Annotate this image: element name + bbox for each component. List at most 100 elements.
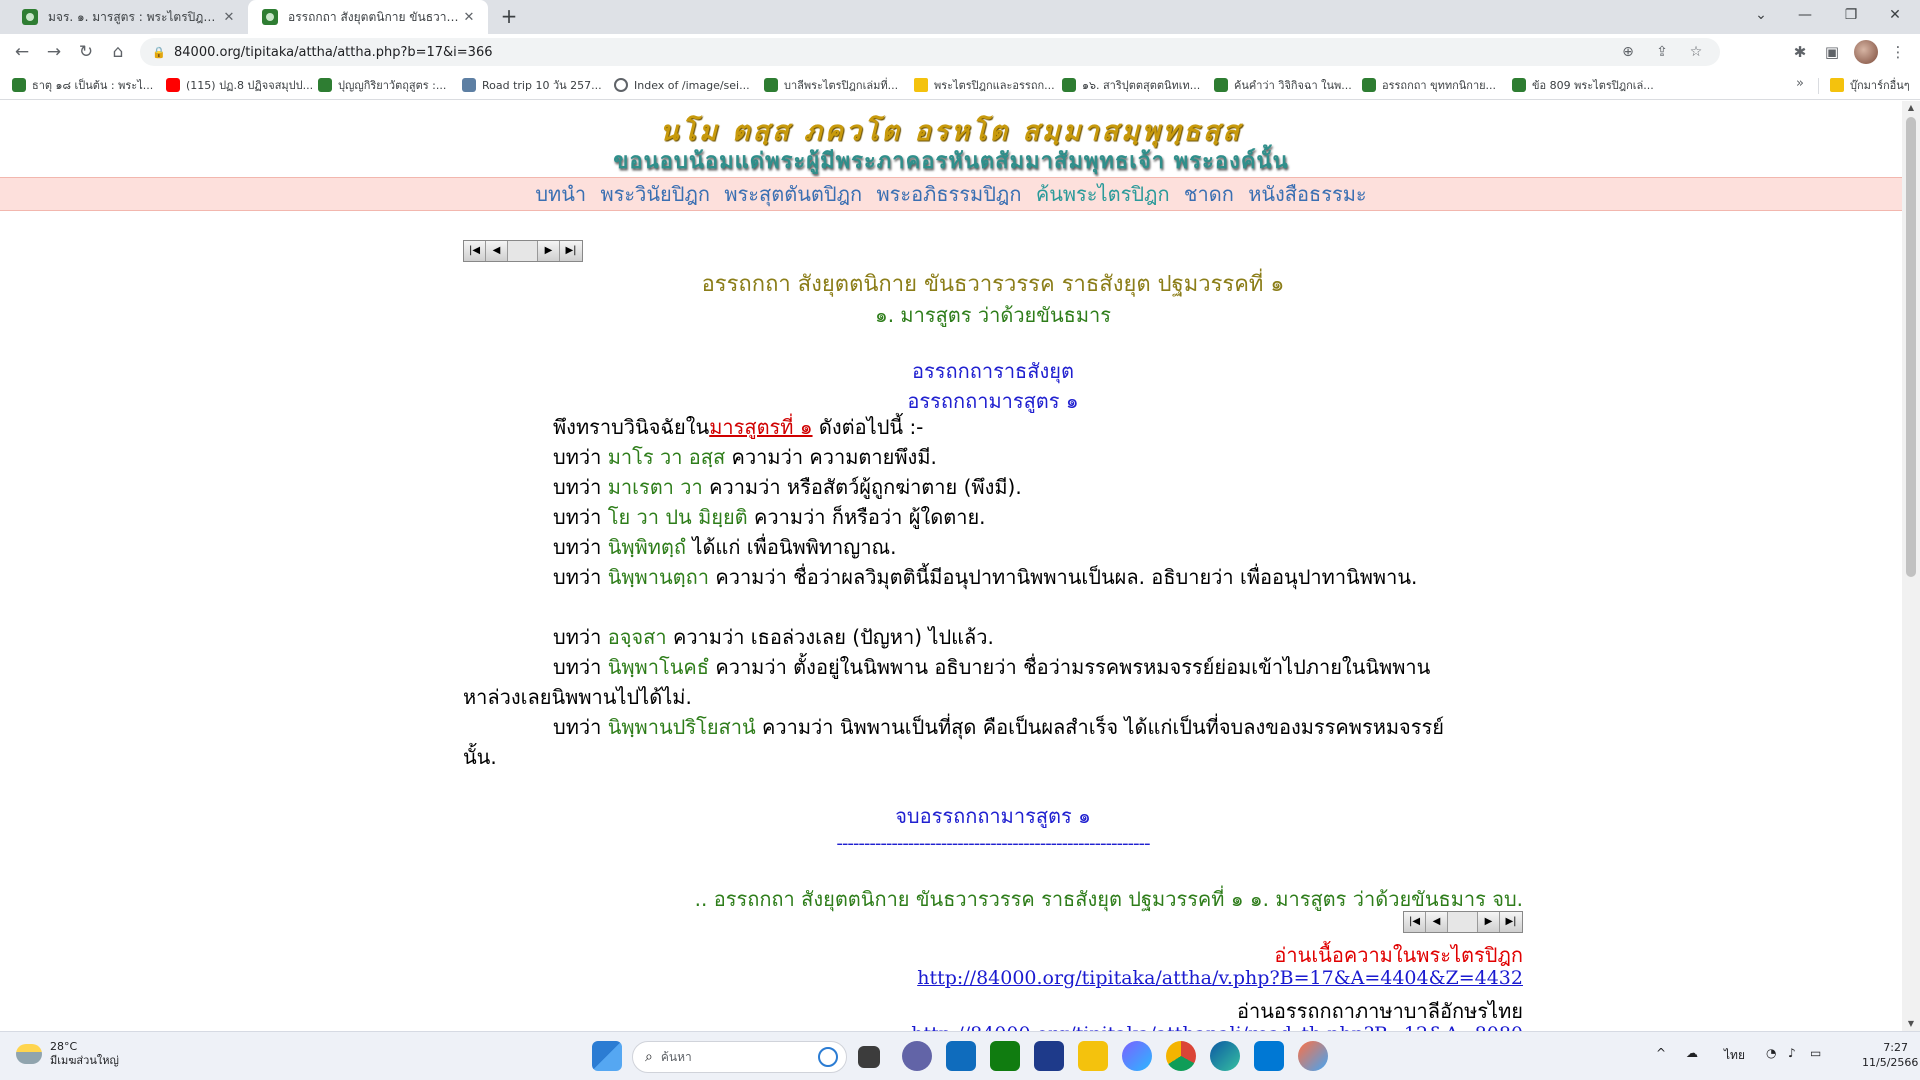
prev-page-button[interactable]: ◀ <box>486 241 508 261</box>
gloss-lead: บทว่า <box>553 715 608 739</box>
tray-chevron-icon[interactable]: ^ <box>1656 1046 1666 1060</box>
bookmark-item[interactable]: ปุญญกิริยาวัตถุสูตร :... <box>318 76 446 94</box>
bookmark-item[interactable]: ๑๖. สาริปุตตสุตตนิทเท... <box>1062 76 1200 94</box>
weather-widget[interactable]: 28°C มีเมฆส่วนใหญ่ <box>16 1040 119 1068</box>
bookmark-item[interactable]: Index of /image/sei... <box>614 76 750 94</box>
lock-icon[interactable]: 🔒 <box>152 46 166 59</box>
store-icon[interactable] <box>1254 1041 1284 1071</box>
bookmark-item[interactable]: พระไตรปิฎกและอรรถก... <box>914 76 1055 94</box>
taskbar-search[interactable]: ⌕ ค้นหา <box>632 1041 847 1073</box>
leaf-icon <box>764 78 778 92</box>
leaf-icon <box>1214 78 1228 92</box>
mail-icon[interactable] <box>946 1041 976 1071</box>
menu-item-abhidhamma[interactable]: พระอภิธรรมปิฎก <box>876 182 1021 206</box>
tab-close-icon[interactable]: ✕ <box>460 10 478 25</box>
mara-sutta-link[interactable]: มารสูตรที่ ๑ <box>709 415 812 439</box>
bookmark-label: บาลีพระไตรปิฎกเล่มที่... <box>784 79 899 92</box>
other-bookmarks-folder[interactable]: บุ๊กมาร์กอื่นๆ <box>1830 76 1910 94</box>
scroll-up-arrow-icon[interactable]: ▲ <box>1902 101 1920 115</box>
profile-avatar[interactable] <box>1854 40 1878 64</box>
menu-item-jataka[interactable]: ชาดก <box>1184 182 1234 206</box>
tab-search-icon[interactable]: ⌄ <box>1738 0 1784 30</box>
file-explorer-icon[interactable] <box>1078 1041 1108 1071</box>
last-page-button[interactable]: ▶| <box>1500 912 1522 932</box>
minimize-button[interactable]: — <box>1782 0 1828 30</box>
pali-term: นิพฺพานปริโยสานํ <box>607 715 756 739</box>
close-window-button[interactable]: ✕ <box>1872 0 1918 30</box>
chrome-icon[interactable] <box>1166 1041 1196 1071</box>
home-icon[interactable]: ⌂ <box>104 39 132 65</box>
windows-start-icon[interactable] <box>592 1041 622 1071</box>
input-language[interactable]: ไทย <box>1724 1046 1745 1065</box>
first-page-button[interactable]: |◀ <box>1404 912 1426 932</box>
bookmarks-overflow-icon[interactable]: » <box>1796 76 1804 91</box>
bookmark-item[interactable]: (115) ปฏ.8 ปฏิจจสมุปป... <box>166 76 313 94</box>
bookmark-item[interactable]: Road trip 10 วัน 257... <box>462 76 602 94</box>
prev-page-button[interactable]: ◀ <box>1426 912 1448 932</box>
copilot-icon[interactable] <box>1122 1041 1152 1071</box>
bing-icon[interactable] <box>818 1047 838 1067</box>
weather-desc: มีเมฆส่วนใหญ่ <box>50 1054 119 1067</box>
pali-term: โย วา ปน มิยฺยติ <box>607 505 748 529</box>
menu-item-suttanta[interactable]: พระสุตตันตปิฎก <box>724 182 862 206</box>
bookmark-star-icon[interactable]: ☆ <box>1682 38 1710 66</box>
gloss-line: บทว่า นิพฺพานตฺถา ความว่า ชื่อว่าผลวิมุต… <box>463 562 1453 592</box>
menu-item-vinaya[interactable]: พระวินัยปิฎก <box>600 182 710 206</box>
forward-arrow-icon[interactable]: → <box>40 39 68 65</box>
gloss-lead: บทว่า <box>553 505 608 529</box>
xbox-icon[interactable] <box>990 1041 1020 1071</box>
bookmark-item[interactable]: บาลีพระไตรปิฎกเล่มที่... <box>764 76 898 94</box>
menu-item-search[interactable]: ค้นพระไตรปิฎก <box>1036 182 1170 206</box>
volume-icon[interactable]: ♪ <box>1788 1046 1796 1060</box>
next-page-button[interactable]: ▶ <box>1478 912 1500 932</box>
tab-title: มจร. ๑. มารสูตร : พระไตรปิฎกเล่มที่ ๑๗ <box>48 9 220 24</box>
first-page-button[interactable]: |◀ <box>464 241 486 261</box>
pali-term: มาเรตา วา <box>607 475 703 499</box>
next-page-button[interactable]: ▶ <box>538 241 560 261</box>
url-text[interactable]: 84000.org/tipitaka/attha/attha.php?b=17&… <box>174 45 493 60</box>
restore-button[interactable]: ❐ <box>1828 0 1874 30</box>
folder-icon <box>1830 78 1844 92</box>
wifi-icon[interactable]: ◔ <box>1766 1046 1776 1060</box>
edge-icon[interactable] <box>1210 1041 1240 1071</box>
battery-icon[interactable]: ▭ <box>1810 1046 1821 1060</box>
browser-tab-1[interactable]: มจร. ๑. มารสูตร : พระไตรปิฎกเล่มที่ ๑๗ ✕ <box>8 0 248 34</box>
scroll-thumb[interactable] <box>1906 117 1916 577</box>
gloss-text: ความว่า เธอล่วงเลย (ปัญหา) ไปแล้ว. <box>666 625 994 649</box>
back-arrow-icon[interactable]: ← <box>8 39 36 65</box>
menu-item-dhamma-books[interactable]: หนังสือธรรมะ <box>1248 182 1366 206</box>
menu-kebab-icon[interactable]: ⋮ <box>1884 39 1912 65</box>
bookmark-label: ข้อ 809 พระไตรปิฎกเล่... <box>1532 79 1654 92</box>
paint-icon[interactable] <box>1298 1041 1328 1071</box>
last-page-button[interactable]: ▶| <box>560 241 582 261</box>
new-tab-button[interactable]: + <box>496 4 522 30</box>
search-icon: ⌕ <box>645 1049 653 1065</box>
bookmark-item[interactable]: ธาตุ ๑๘ เป็นต้น : พระไ... <box>12 76 153 94</box>
reload-icon[interactable]: ↻ <box>72 39 100 65</box>
teams-chat-icon[interactable] <box>902 1041 932 1071</box>
tab-close-icon[interactable]: ✕ <box>220 10 238 25</box>
pager-top: |◀ ◀ ▶ ▶| <box>463 240 583 262</box>
scroll-down-arrow-icon[interactable]: ▼ <box>1902 1017 1920 1031</box>
bookmark-label: อรรถกถา ขุททกนิกาย... <box>1382 79 1497 92</box>
bookmark-item[interactable]: ค้นคำว่า วิจิกิจฉา ในพ... <box>1214 76 1352 94</box>
pager-bottom: |◀ ◀ ▶ ▶| <box>1403 911 1523 933</box>
browser-tab-2[interactable]: อรรถกถา สังยุตตนิกาย ขันธวารวรรค ราธสังย… <box>248 0 488 34</box>
read-tipitaka-link[interactable]: http://84000.org/tipitaka/attha/v.php?B=… <box>917 967 1523 989</box>
bookmark-item[interactable]: อรรถกถา ขุททกนิกาย... <box>1362 76 1496 94</box>
zoom-icon[interactable]: ⊕ <box>1614 38 1642 66</box>
site-favicon-icon <box>262 9 278 25</box>
bookmark-item[interactable]: ข้อ 809 พระไตรปิฎกเล่... <box>1512 76 1654 94</box>
menu-item-intro[interactable]: บทนำ <box>535 182 586 206</box>
address-bar[interactable]: 🔒 84000.org/tipitaka/attha/attha.php?b=1… <box>140 38 1720 66</box>
page-scrollbar[interactable]: ▲ ▼ <box>1902 101 1920 1031</box>
read-pali-link[interactable]: http://84000.org/tipitaka/atthapali/read… <box>911 1023 1523 1031</box>
extensions-icon[interactable]: ✱ <box>1786 39 1814 65</box>
bookmark-label: Road trip 10 วัน 257... <box>482 79 602 92</box>
side-panel-icon[interactable]: ▣ <box>1818 39 1846 65</box>
share-icon[interactable]: ⇪ <box>1648 38 1676 66</box>
onedrive-icon[interactable]: ☁ <box>1686 1046 1698 1060</box>
powerautomate-icon[interactable] <box>1034 1041 1064 1071</box>
system-clock[interactable]: 7:27 11/5/2566 <box>1862 1040 1918 1070</box>
task-view-icon[interactable] <box>858 1046 880 1068</box>
